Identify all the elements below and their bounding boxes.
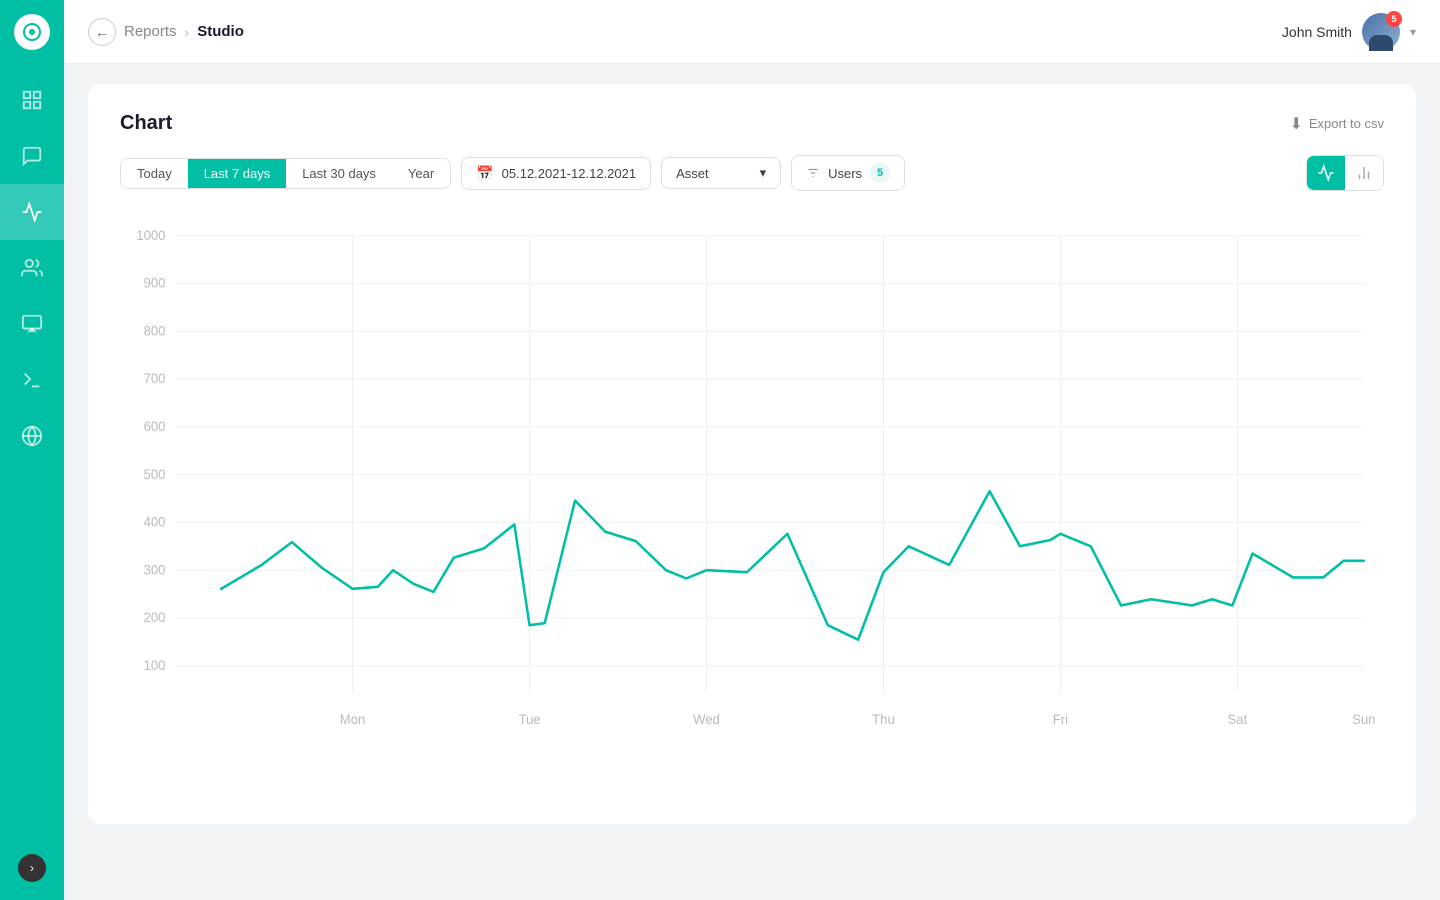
back-button[interactable]: ← (88, 18, 116, 46)
sidebar-item-global[interactable] (0, 408, 64, 464)
avatar-wrapper[interactable]: 5 (1362, 13, 1400, 51)
logo-icon (14, 14, 50, 50)
sidebar-item-users[interactable] (0, 240, 64, 296)
chart-line-icon (21, 201, 43, 223)
filters-bar: Today Last 7 days Last 30 days Year 📅 05… (120, 155, 1384, 191)
svg-text:Mon: Mon (340, 712, 366, 727)
line-chart-button[interactable] (1307, 156, 1345, 190)
asset-dropdown-arrow: ▾ (760, 165, 767, 181)
main-area: ← Reports › Studio John Smith 5 ▾ Chart … (64, 0, 1440, 900)
bar-chart-button[interactable] (1345, 156, 1383, 190)
date-range-label: 05.12.2021-12.12.2021 (502, 166, 636, 181)
asset-dropdown[interactable]: Asset ▾ (661, 157, 781, 189)
calendar-icon: 📅 (476, 165, 493, 182)
line-chart-icon (1317, 164, 1335, 182)
tools-icon (21, 369, 43, 391)
card-header: Chart ⬇ Export to csv (120, 112, 1384, 135)
export-label: Export to csv (1309, 116, 1384, 131)
svg-text:Sun: Sun (1352, 712, 1375, 727)
breadcrumb-nav: ← Reports › Studio (88, 18, 1282, 46)
users-count-badge: 5 (870, 163, 890, 183)
filter-icon (806, 166, 820, 180)
users-filter-button[interactable]: Users 5 (791, 155, 905, 191)
svg-text:700: 700 (144, 371, 166, 386)
presentation-icon (21, 313, 43, 335)
sidebar-item-tools[interactable] (0, 352, 64, 408)
download-icon: ⬇ (1289, 114, 1302, 134)
bar-chart-icon (1355, 164, 1373, 182)
svg-text:600: 600 (144, 419, 166, 434)
filter-year[interactable]: Year (392, 159, 450, 188)
sidebar-item-reports[interactable] (0, 184, 64, 240)
sidebar-nav (0, 64, 64, 844)
svg-text:Wed: Wed (693, 712, 720, 727)
users-filter-label: Users (828, 166, 862, 181)
filter-today[interactable]: Today (121, 159, 188, 188)
sidebar-item-messages[interactable] (0, 128, 64, 184)
sidebar-collapse-button[interactable]: › (0, 844, 64, 892)
sidebar-item-presentations[interactable] (0, 296, 64, 352)
users-icon (21, 257, 43, 279)
collapse-icon: › (18, 854, 46, 882)
user-section: John Smith 5 ▾ (1282, 13, 1416, 51)
user-name-label: John Smith (1282, 24, 1352, 40)
notification-badge: 5 (1386, 11, 1402, 27)
sidebar-item-dashboard[interactable] (0, 72, 64, 128)
topbar: ← Reports › Studio John Smith 5 ▾ (64, 0, 1440, 64)
grid-icon (21, 89, 43, 111)
chat-icon (21, 145, 43, 167)
svg-text:Tue: Tue (518, 712, 540, 727)
svg-text:400: 400 (144, 514, 166, 529)
svg-text:Fri: Fri (1053, 712, 1068, 727)
filter-last7days[interactable]: Last 7 days (188, 159, 287, 188)
svg-text:500: 500 (144, 467, 166, 482)
period-filter-group: Today Last 7 days Last 30 days Year (120, 158, 451, 189)
svg-text:900: 900 (144, 276, 166, 291)
user-dropdown-arrow[interactable]: ▾ (1410, 25, 1416, 39)
breadcrumb-current: Studio (197, 23, 244, 40)
svg-text:800: 800 (144, 323, 166, 338)
content-area: Chart ⬇ Export to csv Today Last 7 days … (64, 64, 1440, 900)
back-arrow-icon: ← (95, 24, 109, 40)
card-title: Chart (120, 112, 172, 135)
sidebar: › (0, 0, 64, 900)
breadcrumb-separator: › (185, 24, 190, 40)
logo[interactable] (0, 0, 64, 64)
chart-card: Chart ⬇ Export to csv Today Last 7 days … (88, 84, 1416, 824)
globe-icon (21, 425, 43, 447)
svg-text:100: 100 (144, 658, 166, 673)
svg-text:Thu: Thu (872, 712, 895, 727)
breadcrumb-parent[interactable]: Reports (124, 23, 177, 40)
svg-text:300: 300 (144, 562, 166, 577)
date-range-picker[interactable]: 📅 05.12.2021-12.12.2021 (461, 157, 651, 190)
chart-type-group (1306, 155, 1384, 191)
export-csv-button[interactable]: ⬇ Export to csv (1289, 114, 1384, 134)
svg-text:200: 200 (144, 610, 166, 625)
chart-area: 1000 900 800 700 600 500 400 300 200 100… (120, 215, 1384, 755)
svg-text:Sat: Sat (1228, 712, 1248, 727)
filter-last30days[interactable]: Last 30 days (286, 159, 392, 188)
line-chart-svg: 1000 900 800 700 600 500 400 300 200 100… (120, 215, 1384, 755)
asset-label: Asset (676, 166, 709, 181)
svg-text:1000: 1000 (136, 228, 165, 243)
